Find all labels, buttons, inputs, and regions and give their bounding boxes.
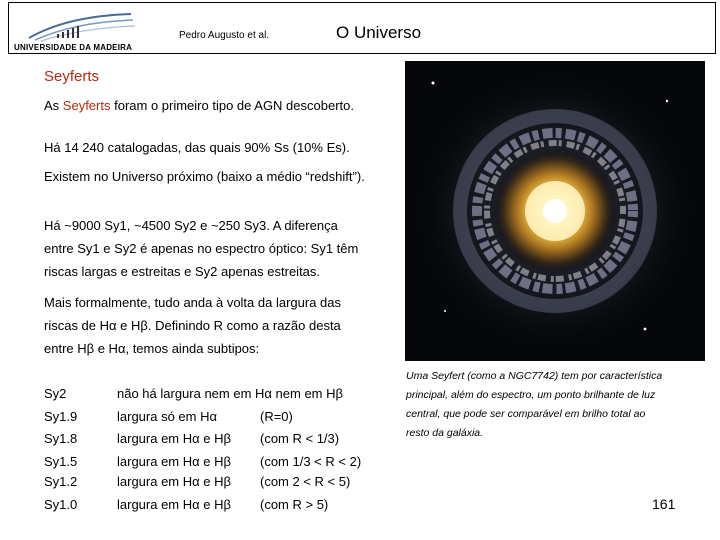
subtype-name: Sy1.9 (44, 409, 78, 424)
subtype-description: largura em Hα e Hβ (117, 474, 231, 489)
subtype-description: largura só em Hα (117, 409, 217, 424)
image-caption: Uma Seyfert (como a NGC7742) tem por car… (406, 367, 706, 443)
logo-text: UNIVERSIDADE DA MADEIRA (14, 43, 133, 52)
section-title: Seyferts (44, 68, 100, 85)
subtype-ratio: (com R < 1/3) (260, 431, 340, 446)
paragraph-line: Há ~9000 Sy1, ~4500 Sy2 e ~250 Sy3. A di… (44, 218, 338, 233)
subtype-description: não há largura nem em Hα nem em Hβ (117, 386, 343, 401)
seyferts-link-text: Seyferts (62, 98, 111, 113)
author-label: Pedro Augusto et al. (179, 30, 270, 41)
paragraph-difference: Há ~9000 Sy1, ~4500 Sy2 e ~250 Sy3. A di… (44, 214, 358, 283)
subtype-description: largura em Hα e Hβ (117, 454, 231, 469)
paragraph-line: entre Sy1 e Sy2 é apenas no espectro ópt… (44, 241, 359, 256)
paragraph-redshift: Existem no Universo próximo (baixo a méd… (44, 169, 365, 184)
page-number: 161 (652, 496, 676, 512)
university-logo-icon (28, 13, 136, 42)
caption-line: principal, além do espectro, um ponto br… (406, 389, 656, 401)
paragraph-formal: Mais formalmente, tudo anda à volta da l… (44, 291, 341, 360)
subtype-name: Sy1.0 (44, 497, 78, 512)
intro-text-start: As (44, 98, 63, 113)
paragraph-intro: As Seyferts foram o primeiro tipo de AGN… (44, 94, 354, 117)
paragraph-line: entre Hβ e Hα, temos ainda subtipos: (44, 341, 260, 356)
subtype-name: Sy2 (44, 386, 67, 401)
subtype-ratio: (com R > 5) (260, 497, 329, 512)
paragraph-line: Mais formalmente, tudo anda à volta da l… (44, 295, 342, 310)
subtype-ratio: (com 2 < R < 5) (260, 474, 351, 489)
subtype-name: Sy1.8 (44, 431, 78, 446)
caption-line: central, que pode ser comparável em bril… (406, 408, 646, 420)
caption-line: Uma Seyfert (como a NGC7742) tem por car… (406, 370, 663, 382)
paragraph-line: riscas de Hα e Hβ. Definindo R como a ra… (44, 318, 341, 333)
subtype-name: Sy1.2 (44, 474, 78, 489)
subtype-description: largura em Hα e Hβ (117, 497, 231, 512)
subtype-ratio: (com 1/3 < R < 2) (260, 454, 362, 469)
subtype-description: largura em Hα e Hβ (117, 431, 231, 446)
paragraph-line: riscas largas e estreitas e Sy2 apenas e… (44, 264, 321, 279)
slide-title: O Universo (336, 23, 422, 42)
subtype-name: Sy1.5 (44, 454, 78, 469)
caption-line: resto da galáxia. (406, 427, 484, 439)
intro-text-end: foram o primeiro tipo de AGN descoberto. (110, 98, 354, 113)
galaxy-photo (405, 61, 705, 361)
subtype-ratio: (R=0) (260, 409, 293, 424)
slide-header: UNIVERSIDADE DA MADEIRA Pedro Augusto et… (8, 2, 716, 54)
paragraph-catalog: Há 14 240 catalogadas, das quais 90% Ss … (44, 140, 350, 155)
